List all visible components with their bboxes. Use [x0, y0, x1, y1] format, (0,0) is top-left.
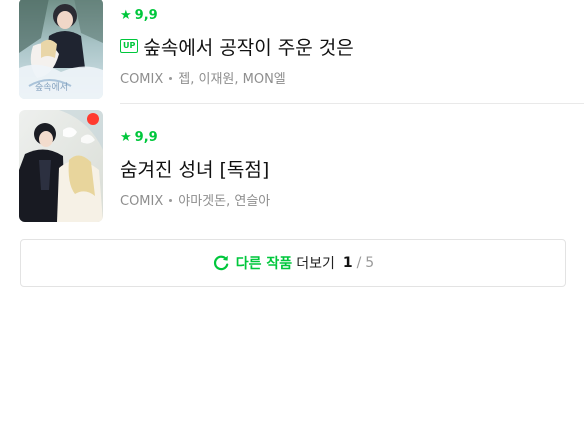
up-badge: UP [120, 39, 139, 53]
item-info: ★ 9,9 UP 숲속에서 공작이 주운 것은 COMIX 젭, 이재원, MON… [120, 6, 574, 87]
current-page: 1 [342, 255, 353, 271]
item-category: COMIX [120, 72, 164, 87]
page-separator: / [356, 255, 362, 271]
title-row[interactable]: UP 숲속에서 공작이 주운 것은 [120, 33, 574, 59]
total-pages: 5 [365, 255, 375, 271]
item-title[interactable]: 숲속에서 공작이 주운 것은 [143, 33, 353, 60]
adult-badge-icon [87, 113, 99, 125]
more-label-dark: 더보기 [296, 256, 335, 272]
thumbnail[interactable] [19, 110, 103, 222]
rating-value: 9,9 [134, 129, 158, 145]
dot-separator [169, 199, 173, 202]
thumbnail-image: 숲속에서 [19, 0, 103, 99]
refresh-icon [213, 255, 229, 271]
page: 숲속에서 ★ 9,9 UP 숲속에서 공작이 주운 것은 COMIX 젭, 이재원… [0, 0, 584, 439]
list-item[interactable]: ★ 9,9 숨겨진 성녀 [독점] COMIX 야마겟돈, 연슬아 [0, 104, 584, 222]
item-authors: 젭, 이재원, MON엘 [178, 72, 286, 87]
item-category: COMIX [120, 194, 164, 209]
item-title[interactable]: 숨겨진 성녀 [독점] [120, 155, 269, 182]
svg-text:숲속에서: 숲속에서 [35, 82, 68, 93]
item-authors: 야마겟돈, 연슬아 [178, 194, 271, 209]
item-info: ★ 9,9 숨겨진 성녀 [독점] COMIX 야마겟돈, 연슬아 [120, 128, 574, 210]
title-row[interactable]: 숨겨진 성녀 [독점] [120, 155, 574, 181]
item-meta: COMIX 젭, 이재원, MON엘 [120, 68, 574, 87]
dot-separator [169, 77, 173, 80]
more-label-green: 다른 작품 [235, 256, 293, 272]
star-icon: ★ [120, 7, 132, 23]
rating-value: 9,9 [134, 7, 158, 23]
rating: ★ 9,9 [120, 128, 574, 146]
thumbnail[interactable]: 숲속에서 [19, 0, 103, 99]
list-item[interactable]: 숲속에서 ★ 9,9 UP 숲속에서 공작이 주운 것은 COMIX 젭, 이재원… [0, 0, 584, 102]
rating: ★ 9,9 [120, 6, 574, 24]
star-icon: ★ [120, 129, 132, 145]
thumbnail-image [19, 110, 103, 222]
more-works-button[interactable]: 다른 작품 더보기 1 / 5 [20, 239, 566, 287]
item-meta: COMIX 야마겟돈, 연슬아 [120, 190, 574, 209]
